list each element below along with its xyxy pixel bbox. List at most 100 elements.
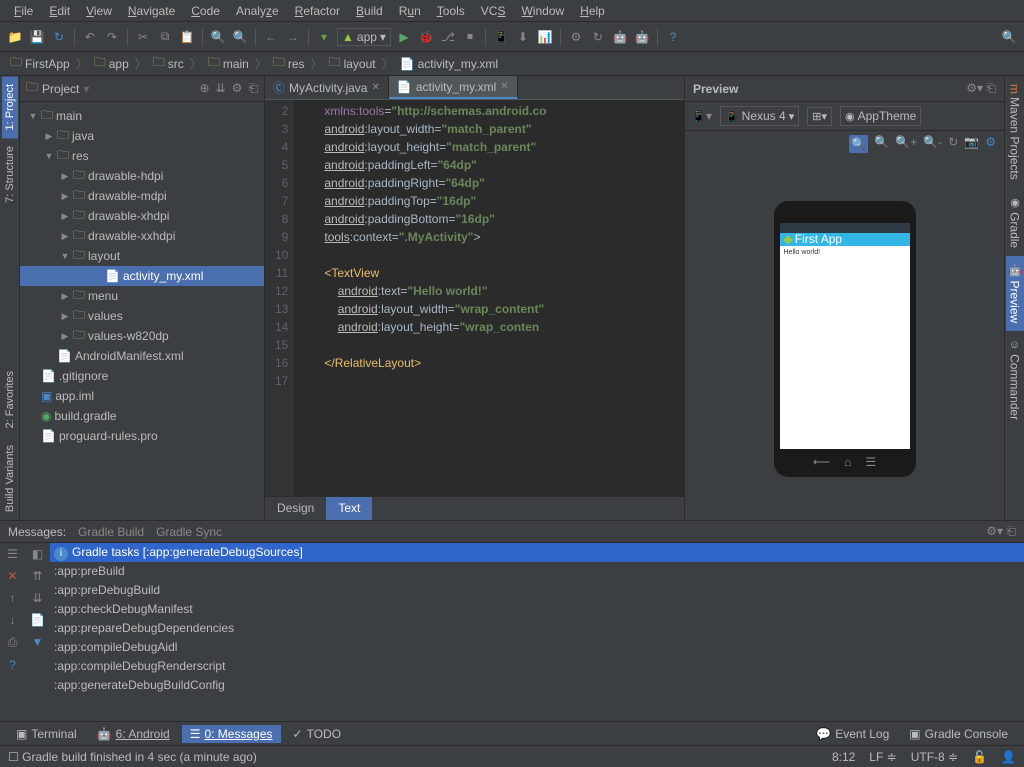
lock-icon[interactable]: 🔓 — [972, 750, 987, 764]
save-icon[interactable]: 💾 — [28, 28, 46, 46]
tree-item-activity_my-xml[interactable]: 📄activity_my.xml — [20, 266, 264, 286]
forward-icon[interactable]: → — [284, 28, 302, 46]
menu-view[interactable]: View — [78, 2, 120, 19]
zoom-fit-icon[interactable]: 🔍 — [849, 135, 868, 153]
menu-window[interactable]: Window — [513, 2, 572, 19]
filter-icon[interactable]: ▼ — [32, 635, 44, 649]
hide-icon[interactable]: ⎗ — [1006, 524, 1016, 538]
menu-vcs[interactable]: VCS — [473, 2, 514, 19]
tab-myactivity[interactable]: Ⓒ MyActivity.java ✕ — [265, 76, 389, 99]
open-icon[interactable]: 📁 — [6, 28, 24, 46]
tab-design[interactable]: Design — [265, 497, 326, 520]
gear-icon[interactable]: ⚙ — [232, 81, 243, 96]
line-ending[interactable]: LF ≑ — [869, 750, 896, 764]
message-line[interactable]: :app:preBuild — [50, 562, 1024, 581]
code-editor[interactable]: 234567891011121314151617 xmlns:tools="ht… — [265, 100, 684, 496]
cursor-position[interactable]: 8:12 — [832, 750, 855, 764]
bc-firstapp[interactable]: 🗀FirstApp — [6, 52, 74, 75]
tab-todo[interactable]: ✓ TODO — [285, 725, 350, 743]
avd-icon[interactable]: 📱 — [492, 28, 510, 46]
tree-item--gitignore[interactable]: 📄.gitignore — [20, 366, 264, 386]
project-tree[interactable]: ▼🗀main▶🗀java▼🗀res▶🗀drawable-hdpi▶🗀drawab… — [20, 102, 264, 520]
message-line[interactable]: :app:compileDebugAidl — [50, 638, 1024, 657]
expand-icon[interactable]: ⇈ — [32, 569, 42, 583]
back-icon[interactable]: ← — [262, 28, 280, 46]
close-icon[interactable]: ✕ — [7, 569, 17, 583]
find-icon[interactable]: 🔍 — [209, 28, 227, 46]
tree-icon[interactable]: ◧ — [32, 547, 43, 561]
tree-item-drawable-hdpi[interactable]: ▶🗀drawable-hdpi — [20, 166, 264, 186]
tree-item-drawable-xhdpi[interactable]: ▶🗀drawable-xhdpi — [20, 206, 264, 226]
collapse-icon[interactable]: ⇊ — [32, 591, 42, 605]
tree-item-values[interactable]: ▶🗀values — [20, 306, 264, 326]
make-icon[interactable]: ▾ — [315, 28, 333, 46]
gear-icon[interactable]: ⚙▾ — [986, 524, 1003, 538]
toggle-tools-icon[interactable]: ☐ — [8, 750, 19, 764]
gear-icon[interactable]: ⚙▾ — [966, 81, 983, 95]
settings-icon[interactable]: ⚙ — [985, 135, 996, 153]
bc-res[interactable]: 🗀res — [269, 52, 309, 75]
tree-item-layout[interactable]: ▼🗀layout — [20, 246, 264, 266]
paste-icon[interactable]: 📋 — [178, 28, 196, 46]
camera-icon[interactable]: 📷 — [964, 135, 979, 153]
tab-android[interactable]: 🤖 6: Android — [89, 725, 178, 743]
apptheme-select[interactable]: ◉ AppTheme — [840, 106, 921, 126]
hector-icon[interactable]: 👤 — [1001, 750, 1016, 764]
undo-icon[interactable]: ↶ — [81, 28, 99, 46]
debug-icon[interactable]: 🐞 — [417, 28, 435, 46]
tree-item-menu[interactable]: ▶🗀menu — [20, 286, 264, 306]
tab-gradle[interactable]: ◉ Gradle — [1006, 188, 1024, 256]
message-line[interactable]: :app:preDebugBuild — [50, 581, 1024, 600]
refresh-icon[interactable]: ↻ — [948, 135, 958, 153]
close-icon[interactable]: ✕ — [371, 82, 379, 93]
run-icon[interactable]: ▶ — [395, 28, 413, 46]
device-select[interactable]: 📱 Nexus 4 ▾ — [720, 106, 799, 126]
menu-edit[interactable]: Edit — [41, 2, 78, 19]
tab-structure[interactable]: 7: Structure — [2, 138, 18, 211]
collapse-icon[interactable]: ⇊ — [216, 81, 226, 96]
tree-item-app-iml[interactable]: ▣app.iml — [20, 386, 264, 406]
tab-messages[interactable]: ☰ 0: Messages — [182, 725, 281, 743]
tab-maven[interactable]: m Maven Projects — [1006, 76, 1024, 188]
project-structure-icon[interactable]: ⚙ — [567, 28, 585, 46]
tab-build-variants[interactable]: Build Variants — [2, 437, 18, 520]
target-icon[interactable]: ⊕ — [200, 81, 210, 96]
bc-file[interactable]: 📄activity_my.xml — [396, 56, 502, 72]
zoom-in-icon[interactable]: 🔍+ — [895, 135, 917, 153]
tab-project[interactable]: 1: Project — [2, 76, 18, 138]
tree-item-java[interactable]: ▶🗀java — [20, 126, 264, 146]
up-icon[interactable]: ↑ — [10, 591, 16, 605]
tab-gradle-console[interactable]: ▣ Gradle Console — [901, 725, 1016, 743]
help-icon[interactable]: ? — [664, 28, 682, 46]
tree-item-drawable-xxhdpi[interactable]: ▶🗀drawable-xxhdpi — [20, 226, 264, 246]
close-icon[interactable]: ✕ — [500, 81, 508, 92]
bc-app[interactable]: 🗀app — [90, 52, 133, 75]
menu-tools[interactable]: Tools — [429, 2, 473, 19]
bc-src[interactable]: 🗀src — [149, 52, 188, 75]
message-line[interactable]: :app:checkDebugManifest — [50, 600, 1024, 619]
menu-run[interactable]: Run — [391, 2, 429, 19]
redo-icon[interactable]: ↷ — [103, 28, 121, 46]
menu-refactor[interactable]: Refactor — [287, 2, 348, 19]
bc-layout[interactable]: 🗀layout — [325, 52, 380, 75]
tree-item-res[interactable]: ▼🗀res — [20, 146, 264, 166]
help-icon[interactable]: ? — [9, 658, 16, 672]
menu-code[interactable]: Code — [183, 2, 228, 19]
monitor-icon[interactable]: 📊 — [536, 28, 554, 46]
theme-select[interactable]: ⊞▾ — [807, 107, 832, 126]
tab-commander[interactable]: ☺ Commander — [1006, 331, 1024, 428]
android-green-icon[interactable]: 🤖 — [611, 28, 629, 46]
code-content[interactable]: xmlns:tools="http://schemas.android.co a… — [294, 100, 684, 496]
tree-item-build-gradle[interactable]: ◉build.gradle — [20, 406, 264, 426]
messages-body[interactable]: iGradle tasks [:app:generateDebugSources… — [50, 543, 1024, 721]
stop-icon[interactable]: ☰ — [7, 547, 18, 561]
message-line[interactable]: :app:compileDebugRenderscript — [50, 657, 1024, 676]
tab-gradle-sync[interactable]: Gradle Sync — [156, 525, 222, 539]
zoom-out-icon[interactable]: 🔍- — [923, 135, 942, 153]
attach-icon[interactable]: ⎇ — [439, 28, 457, 46]
tab-preview[interactable]: 🤖 Preview — [1006, 256, 1024, 331]
tab-event-log[interactable]: 💬 Event Log — [808, 725, 897, 743]
tree-item-drawable-mdpi[interactable]: ▶🗀drawable-mdpi — [20, 186, 264, 206]
zoom-actual-icon[interactable]: 🔍 — [874, 135, 889, 153]
menu-analyze[interactable]: Analyze — [228, 2, 287, 19]
